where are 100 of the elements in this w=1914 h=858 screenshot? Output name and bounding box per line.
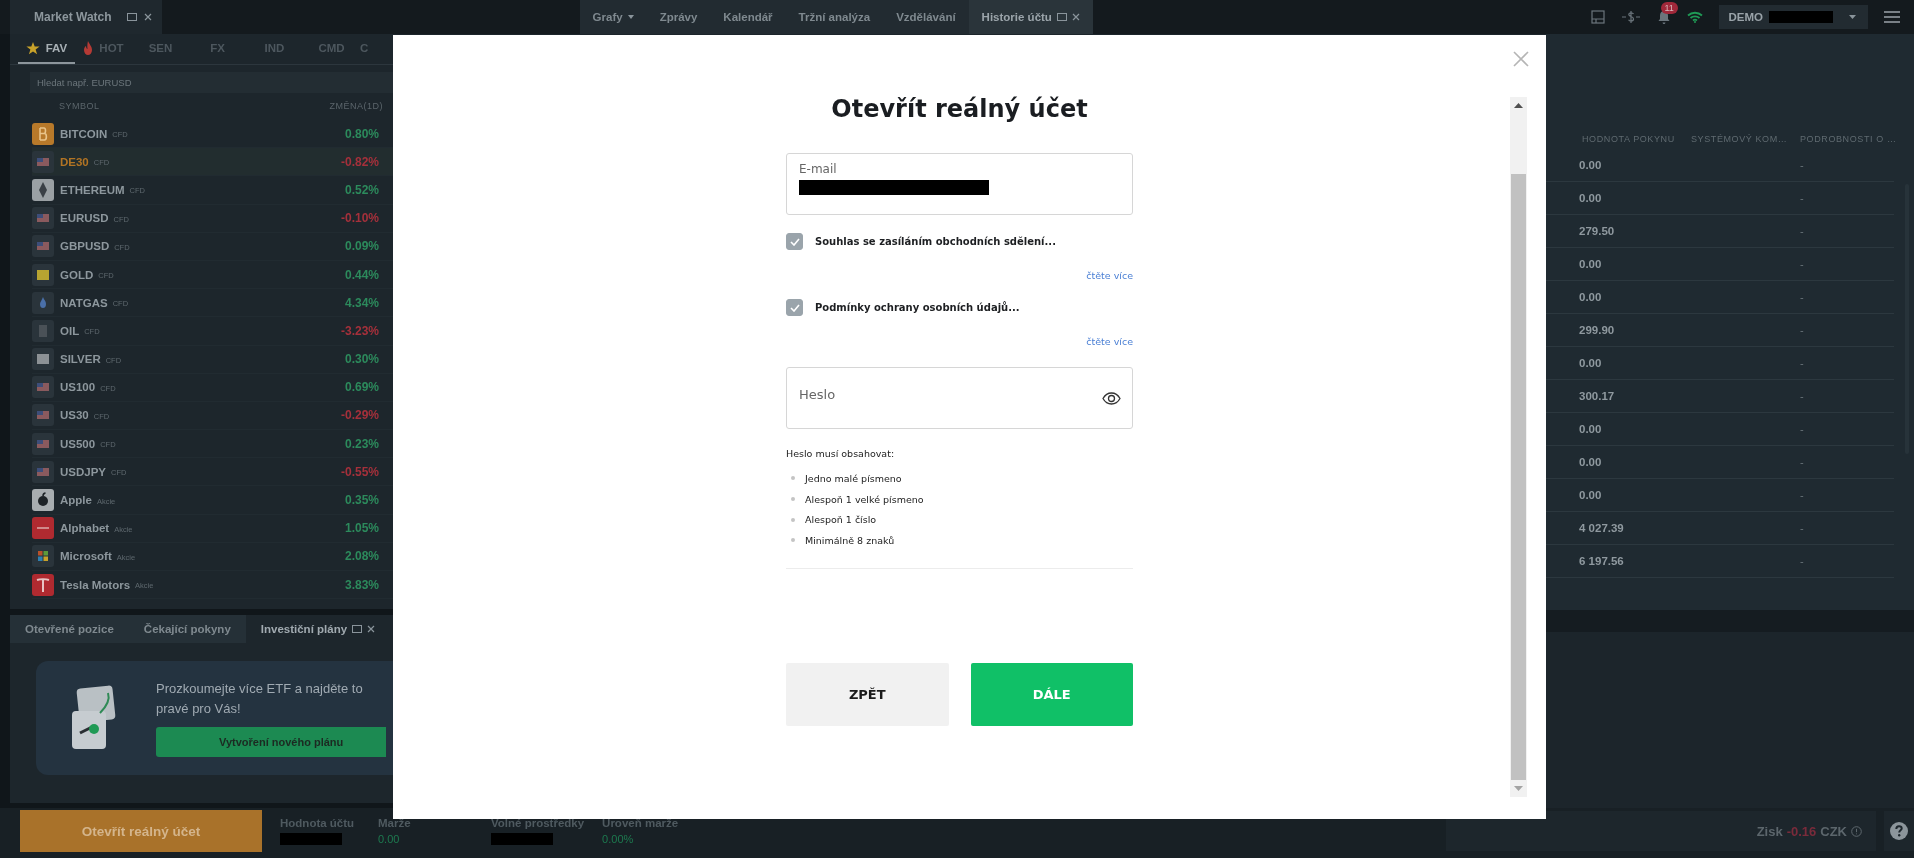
bullet-icon <box>791 476 795 481</box>
table-cell-text: - <box>1800 555 1805 567</box>
dialog-title: Otevřít reálný účet <box>830 94 1089 125</box>
bullet-icon <box>791 517 795 522</box>
symbol-name: Alphabet <box>60 522 110 535</box>
checkbox[interactable] <box>786 233 803 250</box>
change-value: -0.10% <box>339 211 379 226</box>
maximize-icon[interactable] <box>352 625 363 633</box>
consent-label: Souhlas se zasíláním obchodních sdělení... <box>815 236 1056 247</box>
table-cell-text: - <box>1800 258 1805 270</box>
back-button[interactable]: ZPĚT <box>786 662 949 726</box>
instrument-icon <box>32 319 54 342</box>
change-value: 4.34% <box>343 295 379 310</box>
change-value: 0.52% <box>343 182 379 197</box>
symbol-name: BITCOIN <box>60 127 108 140</box>
info-icon[interactable] <box>1851 825 1862 837</box>
table-cell-text: 0.00 <box>1578 258 1603 270</box>
stat-value: 0.00 <box>378 833 401 845</box>
table-cell-text: - <box>1800 291 1805 303</box>
table-cell-text: - <box>1800 456 1805 468</box>
stat-label: Marže <box>378 817 412 829</box>
checkbox[interactable] <box>786 299 803 316</box>
table-cell-text: - <box>1800 192 1805 204</box>
maximize-icon[interactable] <box>126 13 137 21</box>
panel-tab[interactable]: Otevřené pozice <box>10 615 129 643</box>
table-cell-text: 4 027.39 <box>1578 522 1625 534</box>
scrollbar-thumb[interactable] <box>1511 174 1526 780</box>
instrument-icon <box>32 404 54 427</box>
help-icon[interactable] <box>1890 822 1908 840</box>
read-more-link[interactable]: čtěte více <box>1086 270 1133 281</box>
read-more-link[interactable]: čtěte více <box>1086 336 1133 347</box>
symbol-name: US30 <box>60 409 89 422</box>
caret-icon <box>1849 15 1856 19</box>
nav-tab[interactable]: Tržní analýza <box>785 0 884 34</box>
change-value: 0.44% <box>343 267 379 282</box>
nav-tab[interactable]: Vzdělávání <box>883 0 969 34</box>
change-value: 0.09% <box>343 239 379 254</box>
flame-icon <box>83 41 94 55</box>
star-icon <box>25 41 40 55</box>
close-icon[interactable] <box>1071 13 1080 21</box>
nav-tab[interactable]: Historie účtu <box>968 0 1093 34</box>
panel-tab[interactable]: Market Watch <box>10 0 162 34</box>
symbol-name: SILVER <box>60 353 101 366</box>
instrument-icon <box>32 460 54 483</box>
category-tab[interactable]: FAV <box>18 34 75 64</box>
table-cell-text: - <box>1800 357 1805 369</box>
nav-tab[interactable]: Kalendář <box>710 0 786 34</box>
nav-tab[interactable]: Grafy <box>579 0 647 34</box>
table-cell-text: 0.00 <box>1578 291 1603 303</box>
menu-icon[interactable] <box>1884 11 1900 23</box>
password-field[interactable]: Heslo <box>786 367 1133 429</box>
stat-label: Hodnota účtu <box>280 817 356 829</box>
table-cell-text: 0.00 <box>1578 159 1603 171</box>
table-cell-text: 6 197.56 <box>1578 555 1625 567</box>
create-plan-button[interactable]: Vytvoření nového plánu <box>156 727 386 757</box>
table-cell-text: 279.50 <box>1578 225 1616 237</box>
instrument-icon <box>32 122 54 145</box>
symbol-name: GBPUSD <box>60 240 110 253</box>
table-cell-text: 300.17 <box>1578 390 1616 402</box>
account-selector[interactable]: DEMO <box>1718 5 1868 29</box>
panel-tab[interactable]: Čekající pokyny <box>128 615 246 643</box>
instrument-icon <box>32 263 54 286</box>
symbol-name: Apple <box>60 494 92 507</box>
bullet-icon <box>791 538 795 543</box>
symbol-name: US500 <box>60 437 96 450</box>
instrument-icon <box>32 573 54 596</box>
dollar-transfer-icon[interactable] <box>1620 10 1641 24</box>
column-header: ZMĚNA(1D) <box>329 101 383 113</box>
consent-label: Podmínky ochrany osobních údajů... <box>815 302 1020 313</box>
table-cell-text: 0.00 <box>1578 456 1603 468</box>
scroll-up-icon[interactable] <box>1514 103 1523 108</box>
change-value: -3.23% <box>339 323 379 338</box>
maximize-icon[interactable] <box>1056 13 1067 21</box>
symbol-name: GOLD <box>60 268 94 281</box>
eye-icon[interactable] <box>1102 392 1121 405</box>
nav-tab[interactable]: Zprávy <box>646 0 711 34</box>
requirement-item: Alespoň 1 velké písmeno <box>805 493 924 505</box>
table-cell-text: 0.00 <box>1578 423 1603 435</box>
requirement-item: Jedno malé písmeno <box>805 472 902 484</box>
search-field[interactable]: Hledat např. EURUSD <box>30 72 393 93</box>
scroll-down-icon[interactable] <box>1514 786 1523 791</box>
requirement-item: Alespoň 1 číslo <box>805 514 877 526</box>
symbol-name: Tesla Motors <box>60 578 131 591</box>
instrument-icon <box>32 489 54 512</box>
instrument-icon <box>32 235 54 258</box>
symbol-name: OIL <box>60 324 80 337</box>
change-value: 2.08% <box>343 549 379 564</box>
layout-icon[interactable] <box>1590 10 1605 24</box>
stat-label: Úroveň marže <box>602 817 680 829</box>
table-cell-text: - <box>1800 423 1805 435</box>
symbol-name: Microsoft <box>60 550 112 563</box>
close-icon[interactable] <box>143 13 152 21</box>
symbol-name: EURUSD <box>60 212 109 225</box>
email-field[interactable]: E-mail <box>786 153 1133 215</box>
stat-label: Volné prostředky <box>491 817 585 829</box>
instrument-icon <box>32 150 54 173</box>
close-icon[interactable] <box>367 625 376 633</box>
instrument-icon <box>32 517 54 540</box>
table-cell-text: - <box>1800 390 1805 402</box>
instrument-icon <box>32 348 54 371</box>
